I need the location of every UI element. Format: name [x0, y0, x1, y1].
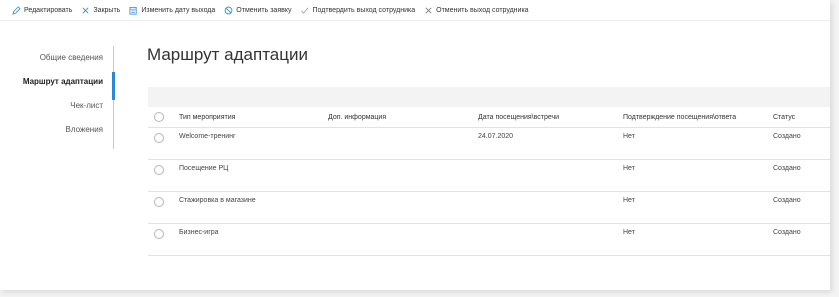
pencil-icon: [12, 5, 21, 15]
row-checkbox[interactable]: [154, 133, 164, 143]
cell-confirm: Нет: [623, 229, 635, 236]
nav-item-adaptation-route[interactable]: Маршрут адаптации: [0, 70, 113, 94]
row-checkbox[interactable]: [154, 229, 164, 239]
confirm-exit-button[interactable]: Подтвердить выход сотрудника: [300, 6, 415, 15]
table-row[interactable]: Посещение РЦ Нет Создано: [148, 160, 830, 192]
column-header-status[interactable]: Статус: [773, 108, 795, 127]
table-row[interactable]: Welcome-тренинг 24.07.2020 Нет Создано: [148, 128, 830, 160]
section-nav: Общие сведения Маршрут адаптации Чек-лис…: [0, 46, 113, 142]
table-row[interactable]: Бизнес-игра Нет Создано: [148, 224, 830, 256]
column-header-confirm[interactable]: Подтверждение посещения\ответа: [623, 108, 736, 127]
cancel-request-label: Отменить заявку: [236, 6, 292, 14]
nav-item-general[interactable]: Общие сведения: [0, 46, 113, 70]
cell-type: Стажировка в магазине: [179, 197, 256, 204]
cancel-icon: [224, 6, 233, 15]
close-button[interactable]: Закрыть: [81, 6, 120, 15]
calendar-edit-icon: [129, 6, 138, 15]
cancel-request-button[interactable]: Отменить заявку: [224, 6, 291, 15]
cell-type: Welcome-тренинг: [179, 133, 236, 140]
checkmark-icon: [300, 6, 309, 15]
close-icon: [424, 6, 433, 15]
select-all-checkbox[interactable]: [154, 112, 164, 122]
nav-item-label: Маршрут адаптации: [22, 77, 103, 86]
cell-status: Создано: [773, 133, 801, 140]
cell-confirm: Нет: [623, 165, 635, 172]
cell-status: Создано: [773, 229, 801, 236]
column-header-date[interactable]: Дата посещения\встречи: [478, 108, 559, 127]
cell-type: Бизнес-игра: [179, 229, 219, 236]
row-checkbox[interactable]: [154, 165, 164, 175]
edit-button[interactable]: Редактировать: [12, 5, 73, 15]
cell-type: Посещение РЦ: [179, 165, 229, 172]
cell-status: Создано: [773, 197, 801, 204]
cell-status: Создано: [773, 165, 801, 172]
edit-label: Редактировать: [24, 6, 73, 14]
column-header-info[interactable]: Доп. информация: [328, 108, 386, 127]
cell-confirm: Нет: [623, 133, 635, 140]
grid-toolbar-bar: [148, 87, 830, 107]
cell-date: 24.07.2020: [478, 133, 514, 140]
confirm-exit-label: Подтвердить выход сотрудника: [312, 6, 416, 14]
form-card: Редактировать Закрыть Изменить дату выхо…: [0, 0, 830, 290]
cell-confirm: Нет: [623, 197, 635, 204]
change-exit-date-label: Изменить дату выхода: [141, 6, 216, 14]
nav-item-label: Общие сведения: [39, 53, 103, 62]
adaptation-grid: Тип мероприятия Доп. информация Дата пос…: [148, 108, 830, 256]
nav-item-label: Чек-лист: [70, 101, 103, 110]
nav-active-indicator: [112, 72, 115, 100]
nav-item-checklist[interactable]: Чек-лист: [0, 94, 113, 118]
row-checkbox[interactable]: [154, 197, 164, 207]
page-title: Маршрут адаптации: [147, 45, 308, 64]
cancel-exit-label: Отменить выход сотрудника: [436, 6, 529, 14]
change-exit-date-button[interactable]: Изменить дату выхода: [129, 6, 215, 15]
close-icon: [81, 6, 90, 15]
cancel-exit-button[interactable]: Отменить выход сотрудника: [424, 6, 529, 15]
column-header-type[interactable]: Тип мероприятия: [179, 108, 235, 127]
grid-header-row: Тип мероприятия Доп. информация Дата пос…: [148, 108, 830, 128]
nav-item-label: Вложения: [65, 125, 103, 134]
nav-item-attachments[interactable]: Вложения: [0, 118, 113, 142]
close-label: Закрыть: [93, 6, 121, 14]
table-row[interactable]: Стажировка в магазине Нет Создано: [148, 192, 830, 224]
command-bar: Редактировать Закрыть Изменить дату выхо…: [0, 0, 830, 21]
